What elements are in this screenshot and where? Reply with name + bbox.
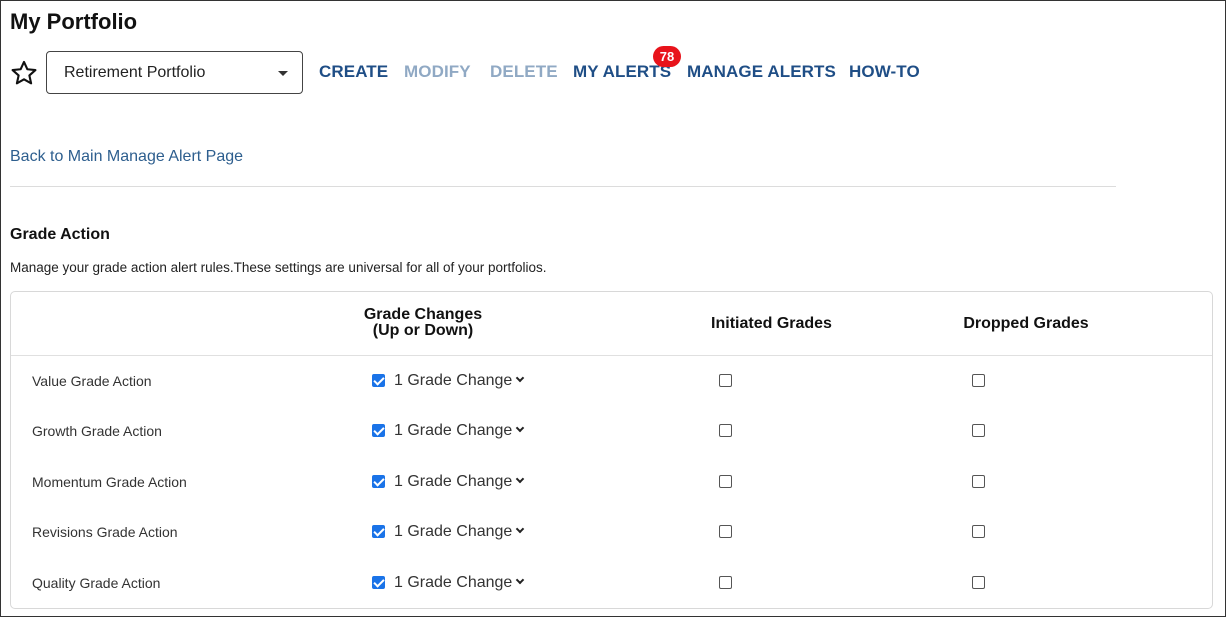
initiated-checkbox[interactable] bbox=[719, 424, 732, 437]
grade-change-dropdown[interactable]: 1 Grade Change bbox=[394, 457, 525, 507]
grade-change-dropdown[interactable]: 1 Grade Change bbox=[394, 507, 525, 557]
col-head-initiated: Initiated Grades bbox=[711, 315, 832, 332]
section-title: Grade Action bbox=[10, 226, 110, 243]
section-description: Manage your grade action alert rules.The… bbox=[10, 260, 547, 275]
col-head-grade-changes-line1: Grade Changes bbox=[363, 306, 483, 323]
row-label: Value Grade Action bbox=[32, 373, 152, 389]
chevron-down-icon bbox=[516, 423, 525, 433]
chevron-down-icon bbox=[516, 373, 525, 383]
initiated-checkbox[interactable] bbox=[719, 525, 732, 538]
grade-action-table: Grade Changes (Up or Down) Initiated Gra… bbox=[10, 291, 1213, 609]
grade-change-dropdown[interactable]: 1 Grade Change bbox=[394, 356, 525, 406]
nav-delete[interactable]: DELETE bbox=[490, 62, 558, 82]
initiated-checkbox[interactable] bbox=[719, 576, 732, 589]
grade-change-value: 1 Grade Change bbox=[394, 422, 513, 439]
portfolio-select[interactable]: Retirement Portfolio bbox=[46, 51, 303, 94]
dropped-checkbox[interactable] bbox=[972, 374, 985, 387]
row-label: Momentum Grade Action bbox=[32, 474, 187, 490]
grade-change-dropdown[interactable]: 1 Grade Change bbox=[394, 558, 525, 608]
col-head-grade-changes-line2: (Up or Down) bbox=[372, 322, 474, 339]
col-head-dropped: Dropped Grades bbox=[963, 315, 1089, 332]
row-label: Quality Grade Action bbox=[32, 575, 161, 591]
nav-how-to[interactable]: HOW-TO bbox=[849, 62, 920, 82]
dropped-checkbox[interactable] bbox=[972, 424, 985, 437]
chevron-down-icon bbox=[516, 474, 525, 484]
caret-down-icon bbox=[278, 71, 288, 76]
dropped-checkbox[interactable] bbox=[972, 475, 985, 488]
grade-change-value: 1 Grade Change bbox=[394, 523, 513, 540]
table-row: Value Grade Action 1 Grade Change bbox=[11, 356, 1212, 406]
grade-change-value: 1 Grade Change bbox=[394, 372, 513, 389]
chevron-down-icon bbox=[516, 575, 525, 585]
col-head-grade-changes: Grade Changes (Up or Down) bbox=[348, 307, 498, 339]
table-row: Quality Grade Action 1 Grade Change bbox=[11, 558, 1212, 608]
chevron-down-icon bbox=[516, 524, 525, 534]
grade-change-value: 1 Grade Change bbox=[394, 473, 513, 490]
grade-change-value: 1 Grade Change bbox=[394, 574, 513, 591]
divider bbox=[10, 186, 1116, 187]
initiated-checkbox[interactable] bbox=[719, 374, 732, 387]
portfolio-select-value: Retirement Portfolio bbox=[64, 64, 206, 81]
dropped-checkbox[interactable] bbox=[972, 525, 985, 538]
grade-change-dropdown[interactable]: 1 Grade Change bbox=[394, 406, 525, 456]
grade-change-checkbox[interactable] bbox=[372, 576, 385, 589]
back-to-main-link[interactable]: Back to Main Manage Alert Page bbox=[10, 148, 243, 166]
star-outline-icon[interactable] bbox=[10, 59, 38, 87]
table-header: Grade Changes (Up or Down) Initiated Gra… bbox=[11, 292, 1212, 356]
grade-change-checkbox[interactable] bbox=[372, 475, 385, 488]
nav-manage-alerts[interactable]: MANAGE ALERTS bbox=[687, 62, 836, 82]
nav-create[interactable]: CREATE bbox=[319, 62, 388, 82]
table-row: Momentum Grade Action 1 Grade Change bbox=[11, 457, 1212, 507]
nav-modify[interactable]: MODIFY bbox=[404, 62, 471, 82]
row-label: Growth Grade Action bbox=[32, 423, 162, 439]
row-label: Revisions Grade Action bbox=[32, 524, 178, 540]
dropped-checkbox[interactable] bbox=[972, 576, 985, 589]
initiated-checkbox[interactable] bbox=[719, 475, 732, 488]
page-frame: My Portfolio Retirement Portfolio CREATE… bbox=[0, 0, 1226, 617]
page-title: My Portfolio bbox=[10, 9, 138, 34]
grade-change-checkbox[interactable] bbox=[372, 374, 385, 387]
grade-change-checkbox[interactable] bbox=[372, 424, 385, 437]
alerts-count-badge: 78 bbox=[653, 46, 681, 67]
table-row: Growth Grade Action 1 Grade Change bbox=[11, 406, 1212, 456]
grade-change-checkbox[interactable] bbox=[372, 525, 385, 538]
table-row: Revisions Grade Action 1 Grade Change bbox=[11, 507, 1212, 557]
